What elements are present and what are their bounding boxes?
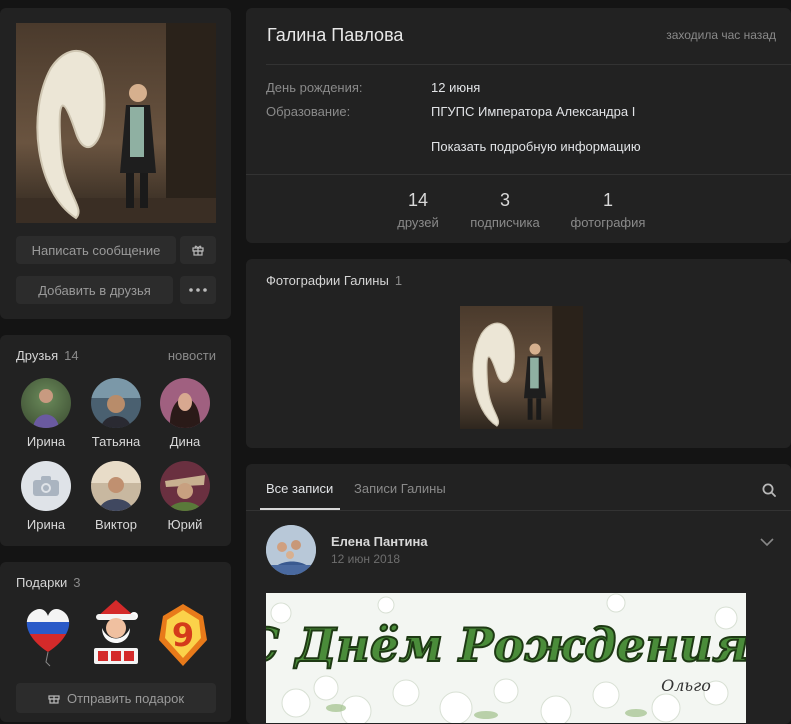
friend-name: Ирина: [26, 517, 66, 532]
send-gift-button[interactable]: Отправить подарок: [16, 683, 216, 713]
avatar: [160, 378, 210, 428]
show-more-info-link[interactable]: Показать подробную информацию: [431, 139, 641, 154]
post-author-name[interactable]: Елена Пантина: [331, 534, 428, 549]
svg-text:9: 9: [172, 616, 194, 654]
friends-count: 14: [64, 348, 79, 363]
friend-name: Дина: [169, 434, 201, 449]
gifts-title: Подарки: [16, 575, 68, 590]
birthday-label: День рождения:: [266, 80, 363, 95]
friend-name: Юрий: [167, 517, 203, 532]
gifts-card: Подарки 3 9 Отправить подарок: [0, 562, 231, 722]
gift-icon-button[interactable]: [180, 236, 216, 264]
stat-number: 14: [407, 190, 429, 210]
friends-card: Друзья 14 новости Ирина Татьяна Дина Ирин…: [0, 335, 231, 546]
divider: [246, 174, 791, 175]
write-message-button[interactable]: Написать сообщение: [16, 236, 176, 264]
friends-header[interactable]: Друзья 14: [16, 348, 79, 363]
add-friend-button[interactable]: Добавить в друзья: [16, 276, 173, 304]
post-image-greeting: С Днём Рождения!: [266, 618, 746, 672]
stat-label: фотография: [570, 215, 646, 230]
avatar: [91, 378, 141, 428]
photos-title: Фотографии Галины: [266, 273, 389, 288]
tab-all-posts[interactable]: Все записи: [266, 481, 333, 496]
post-image-signature: Ольго: [661, 676, 711, 695]
avatar: [160, 461, 210, 511]
friends-title: Друзья: [16, 348, 59, 363]
post-image[interactable]: С Днём Рождения! Ольго: [266, 593, 746, 723]
gifts-header[interactable]: Подарки 3: [16, 575, 81, 590]
gift-heart-flag[interactable]: [22, 602, 74, 668]
friend-item[interactable]: Ирина: [11, 378, 81, 449]
education-label: Образование:: [266, 104, 351, 119]
profile-photo[interactable]: [16, 23, 216, 223]
divider: [266, 64, 791, 65]
tab-own-posts[interactable]: Записи Галины: [354, 481, 446, 496]
avatar: [91, 461, 141, 511]
gifts-count: 3: [73, 575, 81, 590]
profile-name: Галина Павлова: [267, 25, 404, 45]
gift-santa[interactable]: [84, 598, 148, 668]
stat-number: 1: [602, 190, 613, 210]
profile-info-card: Галина Павлова заходила час назад День р…: [246, 8, 791, 243]
send-gift-label: Отправить подарок: [66, 690, 185, 706]
stat-label: друзей: [397, 215, 439, 230]
gift-icon: [48, 695, 60, 704]
divider: [246, 510, 791, 511]
search-icon[interactable]: [762, 483, 776, 497]
friend-item[interactable]: Дина: [150, 378, 220, 449]
post-author-avatar[interactable]: [266, 525, 316, 575]
friends-news-link[interactable]: новости: [168, 348, 216, 363]
stat-friends[interactable]: 14 друзей: [386, 190, 450, 230]
camera-icon: [33, 476, 59, 496]
last-seen-status: заходила час назад: [666, 28, 776, 42]
friend-item[interactable]: Виктор: [81, 461, 151, 532]
stat-followers[interactable]: 3 подписчика: [464, 190, 546, 230]
gift-nine-badge[interactable]: 9: [155, 602, 211, 668]
avatar: [21, 461, 71, 511]
chevron-down-icon[interactable]: [760, 538, 774, 546]
wall-card: Все записи Записи Галины Елена Пантина 1…: [246, 464, 791, 724]
more-actions-button[interactable]: [180, 276, 216, 304]
birthday-value[interactable]: 12 июня: [431, 80, 480, 95]
friend-name: Виктор: [94, 517, 138, 532]
friend-item[interactable]: Юрий: [150, 461, 220, 532]
stat-photos[interactable]: 1 фотография: [566, 190, 650, 230]
education-value[interactable]: ПГУПС Императора Александра I: [431, 104, 635, 119]
more-dots-icon: [189, 288, 207, 292]
photos-count: 1: [394, 273, 403, 288]
post-date[interactable]: 12 июн 2018: [331, 552, 400, 566]
avatar: [21, 378, 71, 428]
stat-label: подписчика: [470, 215, 540, 230]
photos-header[interactable]: Фотографии Галины 1: [266, 273, 402, 288]
friend-name: Татьяна: [91, 434, 141, 449]
photo-thumbnail[interactable]: [460, 306, 583, 429]
profile-photo-card: Написать сообщение Добавить в друзья: [0, 8, 231, 319]
friend-name: Ирина: [26, 434, 66, 449]
friend-item[interactable]: Ирина: [11, 461, 81, 532]
gift-icon: [192, 245, 204, 256]
friend-item[interactable]: Татьяна: [81, 378, 151, 449]
stat-number: 3: [499, 190, 510, 210]
photos-card: Фотографии Галины 1: [246, 259, 791, 448]
